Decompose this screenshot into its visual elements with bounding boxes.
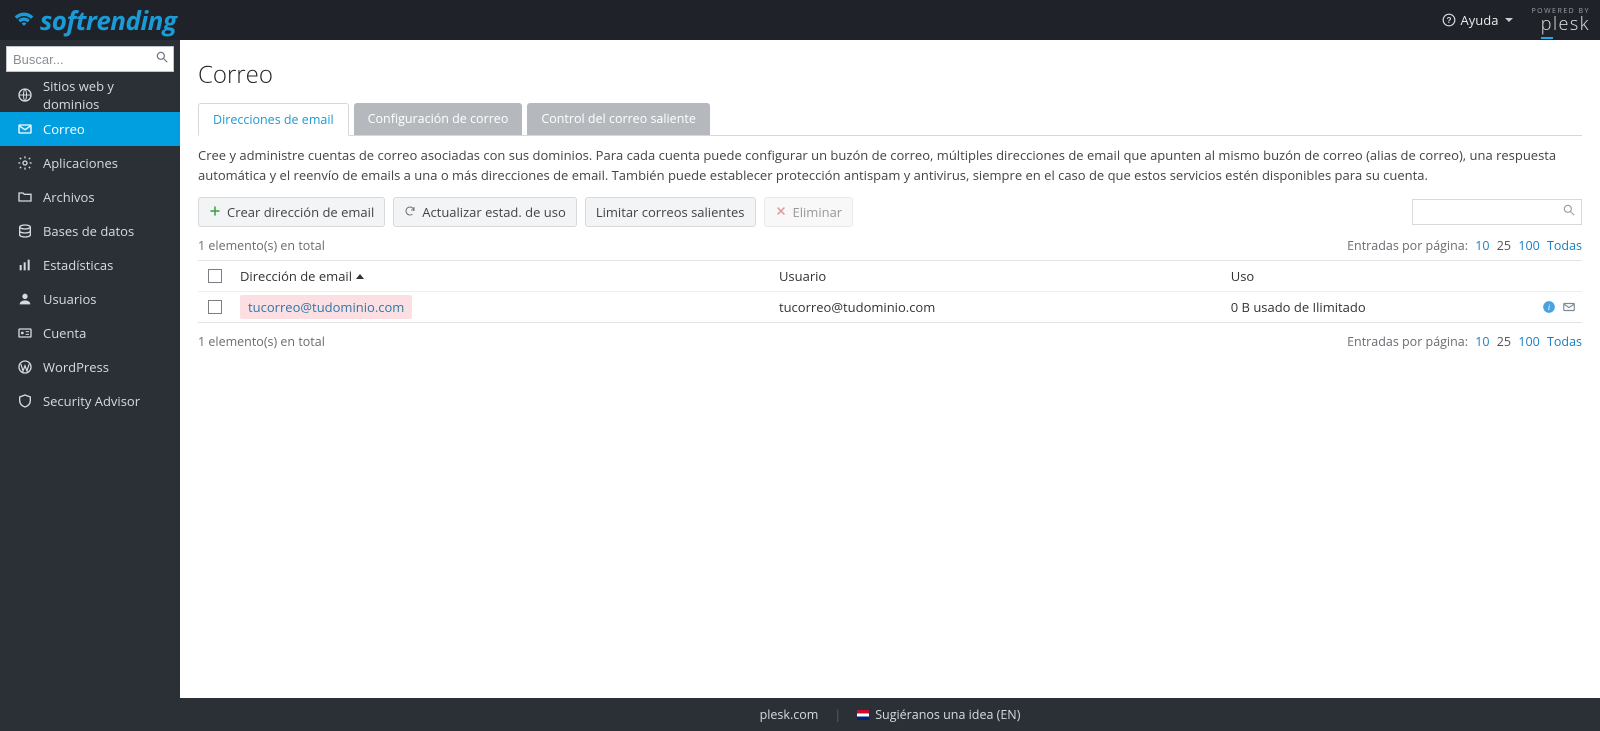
info-icon[interactable]: i [1542,300,1556,314]
per-page-25: 25 [1497,237,1511,254]
per-page-25: 25 [1497,333,1511,350]
svg-text:?: ? [1446,16,1451,25]
email-table: Dirección de email Usuario Uso tucorreo@… [198,260,1582,323]
sidebar-item-label: WordPress [43,358,109,376]
sidebar-item-statistics[interactable]: Estadísticas [0,248,180,282]
plus-icon [209,203,221,221]
column-header-user[interactable]: Usuario [771,261,1223,291]
sidebar-item-label: Cuenta [43,324,86,342]
per-page-100[interactable]: 100 [1518,333,1539,350]
tab-email-addresses[interactable]: Direcciones de email [198,103,349,136]
per-page-100[interactable]: 100 [1518,237,1539,254]
stats-icon [17,257,33,273]
card-icon [17,325,33,341]
globe-icon [17,87,33,103]
page-description: Cree y administre cuentas de correo asoc… [198,146,1582,185]
items-count-bottom: 1 elemento(s) en total [198,333,325,350]
top-right: ? Ayuda POWERED BY plesk [1442,8,1590,33]
tab-mail-settings[interactable]: Configuración de correo [354,103,523,135]
toolbar: Crear dirección de email Actualizar esta… [198,197,1582,227]
sidebar-item-label: Archivos [43,188,95,206]
sidebar-item-wordpress[interactable]: WordPress [0,350,180,384]
select-all-checkbox[interactable] [208,269,222,283]
sidebar-item-security-advisor[interactable]: Security Advisor [0,384,180,418]
per-page-all[interactable]: Todas [1547,333,1582,350]
sidebar-item-mail[interactable]: Correo [0,112,180,146]
brand-text: softrending [40,2,176,38]
folder-icon [17,189,33,205]
limit-outgoing-button[interactable]: Limitar correos salientes [585,197,756,227]
tabs: Direcciones de email Configuración de co… [198,103,1582,136]
items-count-top: 1 elemento(s) en total [198,237,325,254]
footer: plesk.com | Sugiéranos una idea (EN) [180,698,1600,731]
sidebar-item-label: Estadísticas [43,256,113,274]
sidebar-item-label: Security Advisor [43,392,140,410]
webmail-icon[interactable] [1562,300,1576,314]
per-page-10[interactable]: 10 [1475,333,1489,350]
brand-logo[interactable]: softrending [0,0,176,40]
table-row: tucorreo@tudominio.com tucorreo@tudomini… [198,291,1582,322]
search-icon[interactable] [155,50,169,68]
delete-icon [775,203,787,221]
sidebar: Sitios web y dominios Correo Aplicacione… [0,40,180,731]
help-icon: ? [1442,13,1456,27]
row-checkbox[interactable] [208,300,222,314]
wordpress-icon [17,359,33,375]
sidebar-item-account[interactable]: Cuenta [0,316,180,350]
refresh-icon [404,203,416,221]
sidebar-item-label: Aplicaciones [43,154,118,172]
sidebar-item-label: Usuarios [43,290,96,308]
powered-by-plesk[interactable]: POWERED BY plesk [1531,8,1590,33]
sidebar-item-label: Sitios web y dominios [43,77,166,113]
database-icon [17,223,33,239]
tab-outgoing-control[interactable]: Control del correo saliente [527,103,710,135]
gear-icon [17,155,33,171]
main-content: Correo Direcciones de email Configuració… [180,40,1600,698]
per-page-all[interactable]: Todas [1547,237,1582,254]
filter-box[interactable] [1412,199,1582,225]
help-menu[interactable]: ? Ayuda [1442,11,1514,29]
table-header: Dirección de email Usuario Uso [198,261,1582,291]
sidebar-item-label: Bases de datos [43,222,134,240]
page-title: Correo [198,58,1582,91]
search-icon[interactable] [1562,203,1576,221]
shield-icon [17,393,33,409]
filter-input[interactable] [1419,205,1557,220]
top-bar: softrending ? Ayuda POWERED BY plesk [0,0,1600,40]
per-page-top: Entradas por página: 10 25 100 Todas [1347,237,1582,254]
sidebar-item-databases[interactable]: Bases de datos [0,214,180,248]
footer-suggest-link[interactable]: Sugiéranos una idea (EN) [857,706,1020,723]
sidebar-item-applications[interactable]: Aplicaciones [0,146,180,180]
search-box[interactable] [6,46,174,72]
row-user: tucorreo@tudominio.com [771,292,1223,322]
sidebar-item-users[interactable]: Usuarios [0,282,180,316]
user-icon [17,291,33,307]
sidebar-item-label: Correo [43,120,85,138]
help-label: Ayuda [1461,11,1499,29]
sidebar-item-files[interactable]: Archivos [0,180,180,214]
mail-icon [17,121,33,137]
create-email-button[interactable]: Crear dirección de email [198,197,385,227]
wifi-icon [10,6,38,34]
delete-button[interactable]: Eliminar [764,197,854,227]
column-header-usage[interactable]: Uso [1223,261,1522,291]
sort-asc-icon [356,274,364,279]
row-usage: 0 B usado de Ilimitado [1223,292,1522,322]
sidebar-item-websites[interactable]: Sitios web y dominios [0,78,180,112]
footer-plesk-link[interactable]: plesk.com [760,706,819,723]
chevron-down-icon [1505,18,1513,22]
per-page-10[interactable]: 10 [1475,237,1489,254]
per-page-bottom: Entradas por página: 10 25 100 Todas [1347,333,1582,350]
column-header-email[interactable]: Dirección de email [232,261,771,291]
update-usage-button[interactable]: Actualizar estad. de uso [393,197,577,227]
flag-icon [857,710,869,720]
email-address-link[interactable]: tucorreo@tudominio.com [240,295,412,319]
search-input[interactable] [13,52,149,67]
